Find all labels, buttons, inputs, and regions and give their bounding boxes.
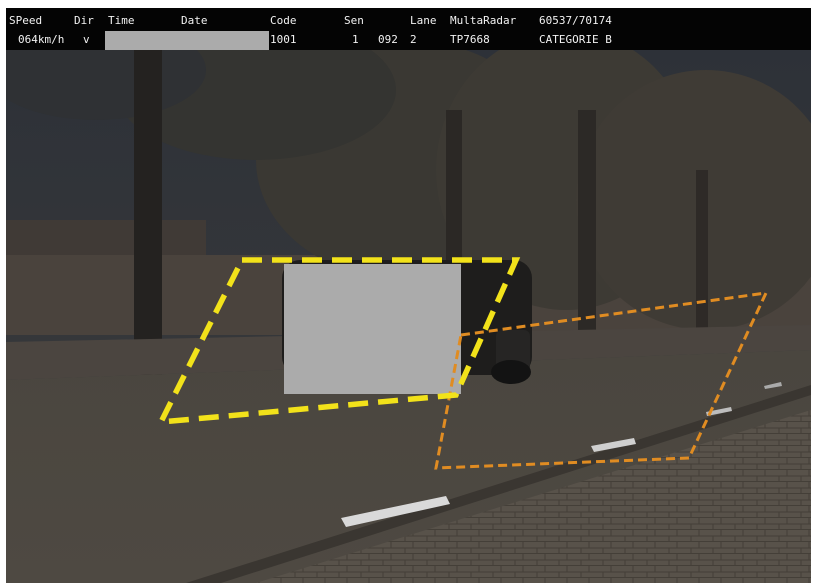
dir-label: Dir	[74, 14, 94, 27]
sen-value: 1	[352, 33, 359, 46]
sen-label: Sen	[344, 14, 364, 27]
dir-value: v	[83, 33, 90, 46]
plate-value: TP7668	[450, 33, 490, 46]
vehicle-redaction	[284, 264, 461, 394]
date-label: Date	[181, 14, 208, 27]
radar-info-bar: SPeed Dir Time Date Code Sen Lane MultaR…	[6, 8, 811, 50]
lane-label: Lane	[410, 14, 437, 27]
device-label: MultaRadar	[450, 14, 517, 27]
code-label: Code	[270, 14, 297, 27]
category-value: CATEGORIE B	[539, 33, 612, 46]
device-id: 60537/70174	[539, 14, 612, 27]
time-label: Time	[108, 14, 135, 27]
camera-frame: SPeed Dir Time Date Code Sen Lane MultaR…	[6, 8, 811, 583]
lane-value-a: 092	[378, 33, 398, 46]
lane-value-b: 2	[410, 33, 417, 46]
time-date-redaction	[105, 31, 269, 50]
code-value: 1001	[270, 33, 297, 46]
street-scene	[6, 50, 811, 583]
speed-value: 064km/h	[18, 33, 65, 46]
speed-label: SPeed	[9, 14, 43, 27]
